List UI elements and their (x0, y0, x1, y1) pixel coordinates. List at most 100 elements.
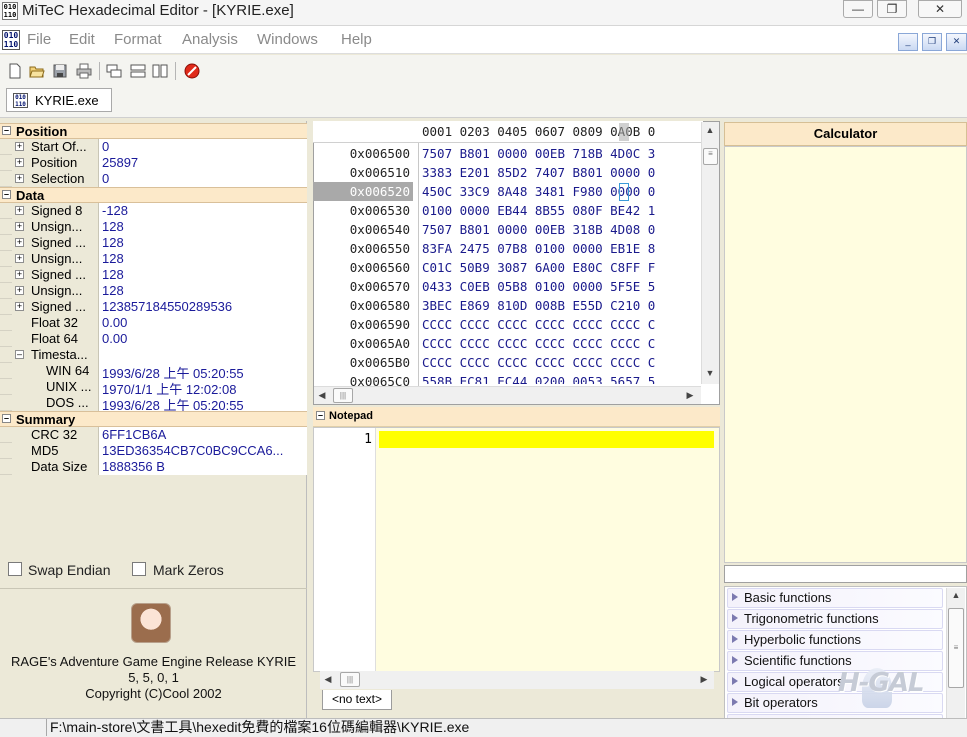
save-icon[interactable] (52, 63, 68, 79)
app-icon[interactable]: 010 110 (2, 2, 18, 20)
collapse-icon[interactable]: – (15, 350, 24, 359)
notepad-collapse-icon[interactable]: – (316, 411, 325, 420)
hex-vertical-scrollbar[interactable]: ▲ ≡ ▼ (701, 122, 719, 384)
expand-icon[interactable]: + (15, 254, 24, 263)
scroll-up-arrow[interactable]: ▲ (949, 590, 963, 600)
minimize-button[interactable]: — (843, 0, 873, 18)
menu-windows[interactable]: Windows (257, 31, 318, 48)
property-value[interactable]: 1888356 B (98, 459, 307, 475)
expand-icon[interactable]: + (15, 222, 24, 231)
property-value[interactable]: 128 (98, 267, 307, 283)
hex-data-row[interactable]: 558B EC81 EC44 0200 0053 5657 5 (422, 372, 700, 384)
hex-horizontal-scroll-thumb[interactable]: ||| (333, 388, 353, 403)
expand-icon[interactable]: + (15, 302, 24, 311)
group-header-position[interactable]: – Position (0, 123, 307, 139)
expand-icon[interactable]: + (15, 206, 24, 215)
mark-zeros-checkbox[interactable] (132, 562, 146, 576)
property-row[interactable]: Signed 8 + -128 (0, 203, 307, 219)
hex-data-row[interactable]: 7507 B801 0000 00EB 718B 4D0C 3 (422, 144, 700, 163)
doc-close-button[interactable]: ✕ (946, 33, 967, 51)
calculator-input[interactable] (724, 565, 967, 583)
property-value[interactable]: 0.00 (98, 315, 307, 331)
property-value[interactable]: 128 (98, 219, 307, 235)
property-value[interactable]: 128 (98, 251, 307, 267)
property-row[interactable]: Signed ... +128 (0, 235, 307, 251)
calculator-category[interactable]: Basic functions (727, 588, 943, 608)
property-value[interactable]: 123857184550289536 (98, 299, 307, 315)
scroll-down-arrow[interactable]: ▼ (703, 368, 717, 378)
property-row[interactable]: Selection +0 (0, 171, 307, 187)
property-value[interactable]: 128 (98, 283, 307, 299)
property-row[interactable]: MD5 13ED36354CB7C0BC9CCA6... (0, 443, 307, 459)
property-row[interactable]: Start Of... +0 (0, 139, 307, 155)
doc-restore-button[interactable]: ❐ (922, 33, 942, 51)
property-value[interactable]: 0.00 (98, 331, 307, 347)
group-header-data[interactable]: – Data (0, 187, 307, 203)
new-icon[interactable] (7, 63, 23, 79)
menu-analysis[interactable]: Analysis (182, 31, 238, 48)
doc-minimize-button[interactable]: _ (898, 33, 918, 51)
expand-icon[interactable]: + (15, 238, 24, 247)
hex-data-row[interactable]: 450C 33C9 8A48 3481 F980 0000 0 (422, 182, 700, 201)
property-value[interactable]: 13ED36354CB7C0BC9CCA6... (98, 443, 307, 459)
hex-horizontal-scrollbar[interactable]: ◀ ||| ▶ (314, 386, 701, 404)
property-value[interactable]: 1993/6/28 上午 05:20:55 (98, 395, 307, 411)
property-value[interactable] (98, 347, 307, 363)
property-row[interactable]: Signed ... +123857184550289536 (0, 299, 307, 315)
property-value[interactable]: -128 (98, 203, 307, 219)
expand-icon[interactable]: + (15, 158, 24, 167)
property-value[interactable]: 0 (98, 139, 307, 155)
property-row[interactable]: Float 64 0.00 (0, 331, 307, 347)
property-row[interactable]: DOS ... 1993/6/28 上午 05:20:55 (0, 395, 307, 411)
property-value[interactable]: 0 (98, 171, 307, 187)
menu-file[interactable]: File (27, 31, 51, 48)
menu-help[interactable]: Help (341, 31, 372, 48)
hex-data-row[interactable]: 0433 C0EB 05B8 0100 0000 5F5E 5 (422, 277, 700, 296)
scroll-up-arrow[interactable]: ▲ (703, 125, 717, 135)
notepad-tab[interactable]: <no text> (322, 690, 392, 710)
expand-icon[interactable]: + (15, 174, 24, 183)
property-row[interactable]: UNIX ... 1970/1/1 上午 12:02:08 (0, 379, 307, 395)
menu-edit[interactable]: Edit (69, 31, 95, 48)
notepad-scroll-thumb[interactable]: ||| (340, 672, 360, 687)
collapse-icon[interactable]: – (2, 190, 11, 199)
property-value[interactable]: 6FF1CB6A (98, 427, 307, 443)
hex-data-row[interactable]: 83FA 2475 07B8 0100 0000 EB1E 8 (422, 239, 700, 258)
property-row[interactable]: Float 32 0.00 (0, 315, 307, 331)
property-row[interactable]: Unsign... +128 (0, 219, 307, 235)
property-row[interactable]: WIN 64 1993/6/28 上午 05:20:55 (0, 363, 307, 379)
property-row[interactable]: Unsign... +128 (0, 251, 307, 267)
expand-icon[interactable]: + (15, 286, 24, 295)
swap-endian-checkbox[interactable] (8, 562, 22, 576)
menu-format[interactable]: Format (114, 31, 162, 48)
hex-data-row[interactable]: C01C 50B9 3087 6A00 E80C C8FF F (422, 258, 700, 277)
property-row[interactable]: CRC 32 6FF1CB6A (0, 427, 307, 443)
scroll-right-arrow[interactable]: ▶ (698, 674, 710, 685)
property-value[interactable]: 128 (98, 235, 307, 251)
hex-data-row[interactable]: CCCC CCCC CCCC CCCC CCCC CCCC C (422, 353, 700, 372)
hex-data-row[interactable]: 3383 E201 85D2 7407 B801 0000 0 (422, 163, 700, 182)
hex-vertical-scroll-thumb[interactable]: ≡ (703, 148, 718, 165)
tile-horizontal-icon[interactable] (130, 63, 146, 79)
scroll-left-arrow[interactable]: ◀ (322, 674, 334, 685)
tile-cascade-icon[interactable] (106, 63, 122, 79)
group-header-summary[interactable]: – Summary (0, 411, 307, 427)
property-row[interactable]: Unsign... +128 (0, 283, 307, 299)
calculator-scrollbar[interactable]: ▲ ≡ ▼ (946, 588, 965, 733)
hex-data-row[interactable]: 3BEC E869 810D 008B E55D C210 0 (422, 296, 700, 315)
hex-data-row[interactable]: 0100 0000 EB44 8B55 080F BE42 1 (422, 201, 700, 220)
hex-data-row[interactable]: 7507 B801 0000 00EB 318B 4D08 0 (422, 220, 700, 239)
notepad-horizontal-scrollbar[interactable]: ◀ ||| ▶ (320, 671, 714, 689)
notepad-current-line[interactable] (379, 431, 714, 448)
property-value[interactable]: 1970/1/1 上午 12:02:08 (98, 379, 307, 395)
document-tab[interactable]: 010 110 KYRIE.exe (6, 88, 112, 112)
hex-data-row[interactable]: CCCC CCCC CCCC CCCC CCCC CCCC C (422, 334, 700, 353)
expand-icon[interactable]: + (15, 142, 24, 151)
document-icon[interactable]: 010 110 (2, 30, 20, 50)
property-value[interactable]: 1993/6/28 上午 05:20:55 (98, 363, 307, 379)
property-row[interactable]: Data Size 1888356 B (0, 459, 307, 475)
property-value[interactable]: 25897 (98, 155, 307, 171)
close-button[interactable]: ✕ (918, 0, 962, 18)
property-row[interactable]: Signed ... +128 (0, 267, 307, 283)
calculator-category[interactable]: Trigonometric functions (727, 609, 943, 629)
